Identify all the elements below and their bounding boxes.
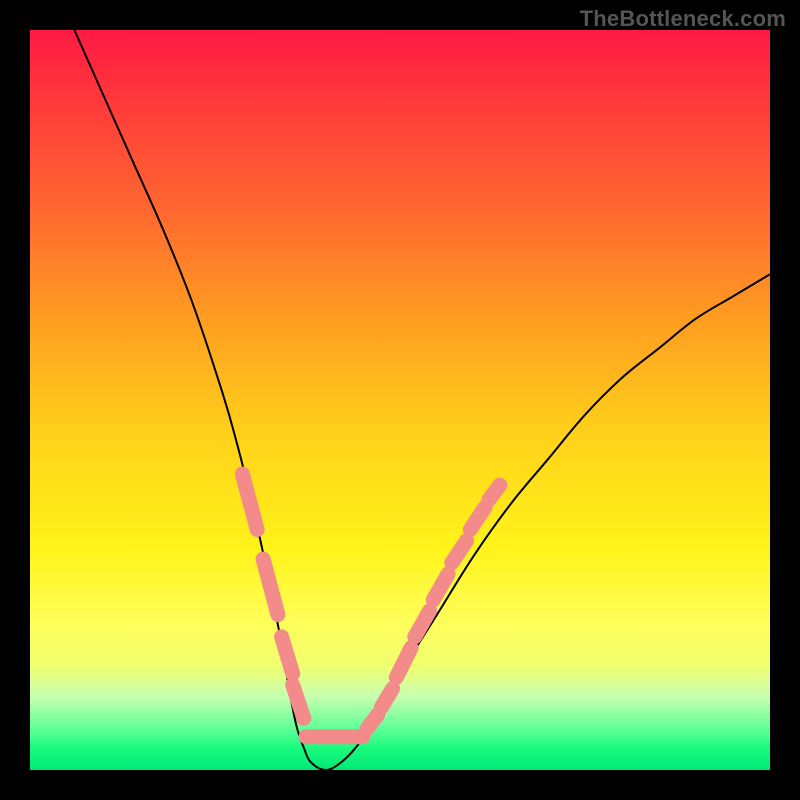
- chart-svg: [30, 30, 770, 770]
- marker-segment-2: [282, 637, 293, 674]
- marker-segment-5: [367, 715, 378, 730]
- marker-segment-7: [396, 648, 411, 678]
- marker-segment-0: [242, 474, 257, 530]
- bottleneck-curve: [74, 30, 770, 770]
- marker-segment-11: [470, 507, 485, 529]
- marker-segment-10: [452, 541, 467, 563]
- marker-segment-8: [415, 611, 430, 637]
- marker-segment-12: [489, 485, 500, 500]
- chart-plot-area: [30, 30, 770, 770]
- watermark-text: TheBottleneck.com: [580, 6, 786, 32]
- marker-segment-6: [382, 689, 393, 708]
- marker-segment-9: [433, 574, 448, 600]
- marker-segment-1: [263, 559, 278, 615]
- marker-segment-3: [293, 685, 304, 718]
